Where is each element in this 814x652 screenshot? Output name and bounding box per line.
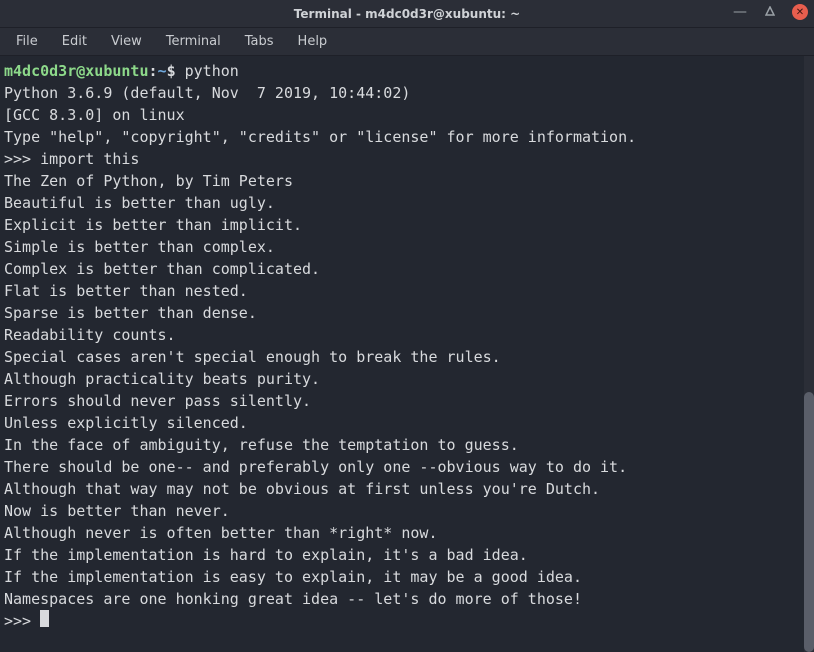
- output-line: Complex is better than complicated.: [4, 258, 814, 280]
- prompt-colon: :: [149, 62, 158, 80]
- menu-file[interactable]: File: [6, 31, 48, 52]
- output-line: Flat is better than nested.: [4, 280, 814, 302]
- output-line: Special cases aren't special enough to b…: [4, 346, 814, 368]
- output-line: Simple is better than complex.: [4, 236, 814, 258]
- prompt-line: m4dc0d3r@xubuntu:~$ python: [4, 60, 814, 82]
- output-line: Errors should never pass silently.: [4, 390, 814, 412]
- output-line: >>> import this: [4, 148, 814, 170]
- maximize-icon: [765, 6, 775, 19]
- prompt-path: ~: [158, 62, 167, 80]
- output-line: Although practicality beats purity.: [4, 368, 814, 390]
- menu-view[interactable]: View: [101, 31, 152, 52]
- output-line: Beautiful is better than ugly.: [4, 192, 814, 214]
- window-controls: — ✕: [732, 4, 808, 20]
- output-line: The Zen of Python, by Tim Peters: [4, 170, 814, 192]
- repl-prompt-line: >>>: [4, 610, 814, 632]
- output-line: Python 3.6.9 (default, Nov 7 2019, 10:44…: [4, 82, 814, 104]
- prompt-user-host: m4dc0d3r@xubuntu: [4, 62, 149, 80]
- output-line: [GCC 8.3.0] on linux: [4, 104, 814, 126]
- maximize-button[interactable]: [762, 4, 778, 20]
- menu-help[interactable]: Help: [288, 31, 338, 52]
- output-line: Now is better than never.: [4, 500, 814, 522]
- menu-terminal[interactable]: Terminal: [156, 31, 231, 52]
- repl-prompt: >>>: [4, 612, 40, 630]
- output-line: Type "help", "copyright", "credits" or "…: [4, 126, 814, 148]
- output-line: Sparse is better than dense.: [4, 302, 814, 324]
- window-title: Terminal - m4dc0d3r@xubuntu: ~: [294, 7, 520, 21]
- output-line: There should be one-- and preferably onl…: [4, 456, 814, 478]
- prompt-dollar: $: [167, 62, 185, 80]
- output-line: Although never is often better than *rig…: [4, 522, 814, 544]
- scrollbar-thumb[interactable]: [804, 392, 814, 652]
- output-line: Readability counts.: [4, 324, 814, 346]
- output-line: In the face of ambiguity, refuse the tem…: [4, 434, 814, 456]
- menubar: File Edit View Terminal Tabs Help: [0, 28, 814, 56]
- typed-command: python: [185, 62, 239, 80]
- scrollbar-track[interactable]: [804, 56, 814, 652]
- output-line: If the implementation is easy to explain…: [4, 566, 814, 588]
- menu-edit[interactable]: Edit: [52, 31, 97, 52]
- minimize-icon: —: [733, 5, 747, 19]
- close-button[interactable]: ✕: [792, 4, 808, 20]
- output-line: Explicit is better than implicit.: [4, 214, 814, 236]
- output-line: Unless explicitly silenced.: [4, 412, 814, 434]
- window-titlebar: Terminal - m4dc0d3r@xubuntu: ~ — ✕: [0, 0, 814, 28]
- close-icon: ✕: [796, 7, 804, 18]
- minimize-button[interactable]: —: [732, 4, 748, 20]
- output-line: Although that way may not be obvious at …: [4, 478, 814, 500]
- terminal-area[interactable]: m4dc0d3r@xubuntu:~$ python Python 3.6.9 …: [0, 56, 814, 652]
- cursor-icon: [40, 610, 49, 627]
- output-line: Namespaces are one honking great idea --…: [4, 588, 814, 610]
- output-line: If the implementation is hard to explain…: [4, 544, 814, 566]
- menu-tabs[interactable]: Tabs: [235, 31, 284, 52]
